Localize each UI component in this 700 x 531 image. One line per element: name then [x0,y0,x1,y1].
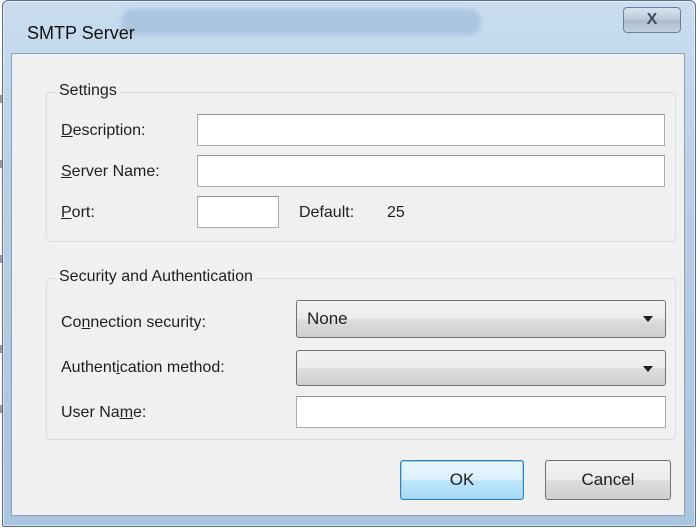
server-name-label: Server Name: [61,163,160,180]
port-field[interactable] [197,196,279,228]
settings-group-title: Settings [56,82,120,100]
connection-security-value: None [307,309,348,328]
port-label: Port: [61,204,95,221]
auth-method-label: Authentication method: [61,359,225,376]
user-name-label: User Name: [61,404,147,421]
user-name-field[interactable] [296,396,666,428]
security-group-title: Security and Authentication [56,268,256,286]
cancel-button[interactable]: Cancel [545,460,671,500]
close-button[interactable]: X [623,7,681,33]
smtp-server-dialog: SMTP Server X Settings Description: Serv… [2,0,696,527]
connection-security-label: Connection security: [61,314,206,331]
chevron-down-icon [643,366,653,372]
dialog-client-area: Settings Description: Server Name: Port:… [11,53,685,516]
server-name-field[interactable] [197,155,665,187]
auth-method-dropdown[interactable] [296,350,666,386]
close-icon: X [646,11,658,28]
background-window-title [121,9,481,35]
window-title: SMTP Server [27,23,135,43]
chevron-down-icon [643,316,653,322]
default-port-label: Default: [299,204,355,221]
connection-security-dropdown[interactable]: None [296,300,666,338]
description-field[interactable] [197,114,665,146]
title-bar[interactable]: SMTP Server X [3,1,695,51]
page: SMTP Server X Settings Description: Serv… [0,0,700,531]
default-port-value: 25 [387,204,405,221]
description-label: Description: [61,122,146,139]
ok-button[interactable]: OK [400,460,524,500]
